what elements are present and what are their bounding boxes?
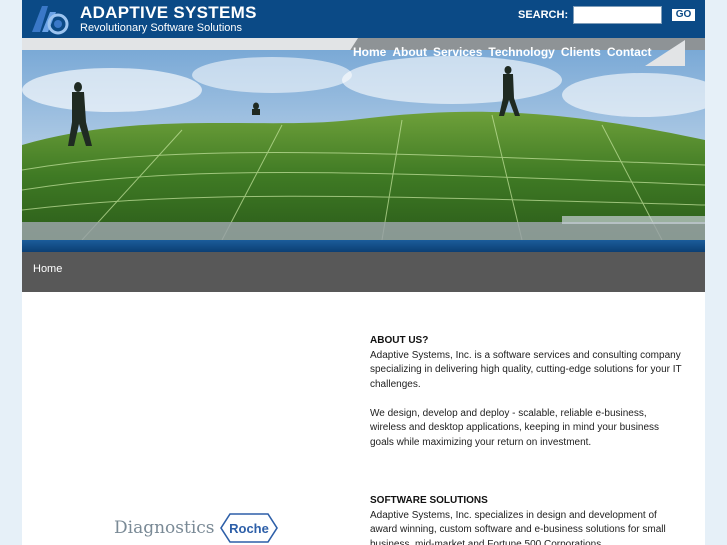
client-logo-diagnostics-text: Diagnostics: [114, 518, 215, 538]
search-go-button[interactable]: GO: [671, 8, 696, 22]
nav-contact[interactable]: Contact: [607, 45, 652, 59]
hero-banner: [22, 50, 705, 240]
about-paragraph-1: Adaptive Systems, Inc. is a software ser…: [370, 349, 682, 390]
search-input[interactable]: [573, 6, 662, 24]
page: ADAPTIVE SYSTEMS Revolutionary Software …: [22, 0, 705, 545]
about-paragraph-2: We design, develop and deploy - scalable…: [370, 407, 660, 449]
company-logo-icon[interactable]: [28, 2, 70, 36]
nav-clients[interactable]: Clients: [561, 45, 601, 59]
nav-about[interactable]: About: [392, 45, 427, 59]
breadcrumb[interactable]: Home: [33, 263, 62, 275]
nav-technology[interactable]: Technology: [488, 45, 554, 59]
search-label: SEARCH:: [518, 9, 569, 21]
about-heading: ABOUT US?: [370, 335, 429, 346]
nav-services[interactable]: Services: [433, 45, 482, 59]
banner-blue-bar: [22, 240, 705, 252]
breadcrumb-bar: Home: [22, 252, 705, 292]
brand-tagline: Revolutionary Software Solutions: [80, 22, 243, 34]
nav-home[interactable]: Home: [353, 45, 386, 59]
client-logo-roche-diagnostics[interactable]: Diagnostics Roche: [114, 512, 278, 544]
main-nav: Home About Services Technology Clients C…: [353, 45, 658, 59]
brand-name[interactable]: ADAPTIVE SYSTEMS: [80, 3, 257, 23]
site-header: ADAPTIVE SYSTEMS Revolutionary Software …: [22, 0, 705, 38]
software-heading: SOFTWARE SOLUTIONS: [370, 495, 488, 507]
roche-hexagon-icon: Roche: [219, 513, 278, 543]
software-paragraph-1: Adaptive Systems, Inc. specializes in de…: [370, 509, 666, 545]
main-content: ABOUT US? Adaptive Systems, Inc. is a so…: [370, 334, 685, 545]
hero-banner-image: [22, 50, 705, 240]
roche-logo-text: Roche: [229, 521, 269, 536]
